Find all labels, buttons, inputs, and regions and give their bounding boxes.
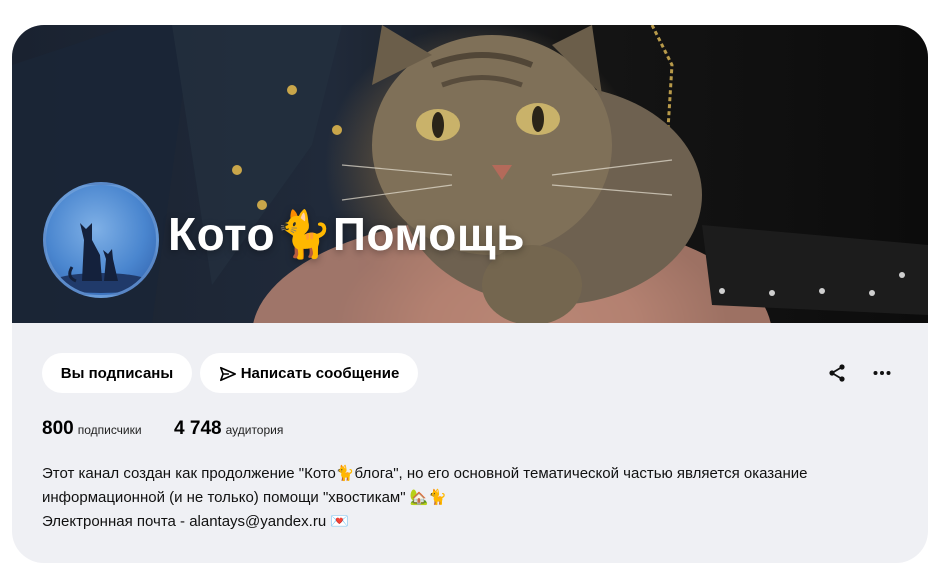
contact-email-line[interactable]: Электронная почта - alantays@yandex.ru 💌 [42, 510, 902, 534]
channel-title: Кото🐈Помощь [168, 208, 525, 260]
channel-card: Кото🐈Помощь Вы подписаны Написать сообще… [12, 25, 928, 563]
description-line: Этот канал создан как продолжение "Кото🐈… [42, 465, 808, 482]
cat-photo [12, 25, 928, 323]
description-line: информационной (и не только) помощи "хво… [42, 489, 448, 506]
write-message-button[interactable]: Написать сообщение [200, 353, 418, 393]
subscribers-label: подписчики [77, 423, 142, 437]
more-icon [873, 371, 891, 375]
audience-count: 4 748 [174, 418, 222, 439]
write-message-label: Написать сообщение [240, 364, 400, 382]
cover-image: Кото🐈Помощь [12, 25, 928, 323]
audience-label: аудитория [225, 423, 284, 437]
subscribers-count: 800 [42, 418, 74, 439]
share-button[interactable] [822, 358, 852, 388]
subscribed-button[interactable]: Вы подписаны [42, 353, 192, 393]
share-icon [829, 364, 845, 382]
send-icon [219, 366, 236, 381]
channel-stats: 800 подписчики 4 748 аудитория [42, 418, 283, 440]
channel-avatar[interactable] [43, 182, 159, 298]
more-button[interactable] [867, 358, 897, 388]
channel-description: Этот канал создан как продолжение "Кото🐈… [42, 462, 902, 534]
cat-silhouette-icon [51, 223, 151, 293]
